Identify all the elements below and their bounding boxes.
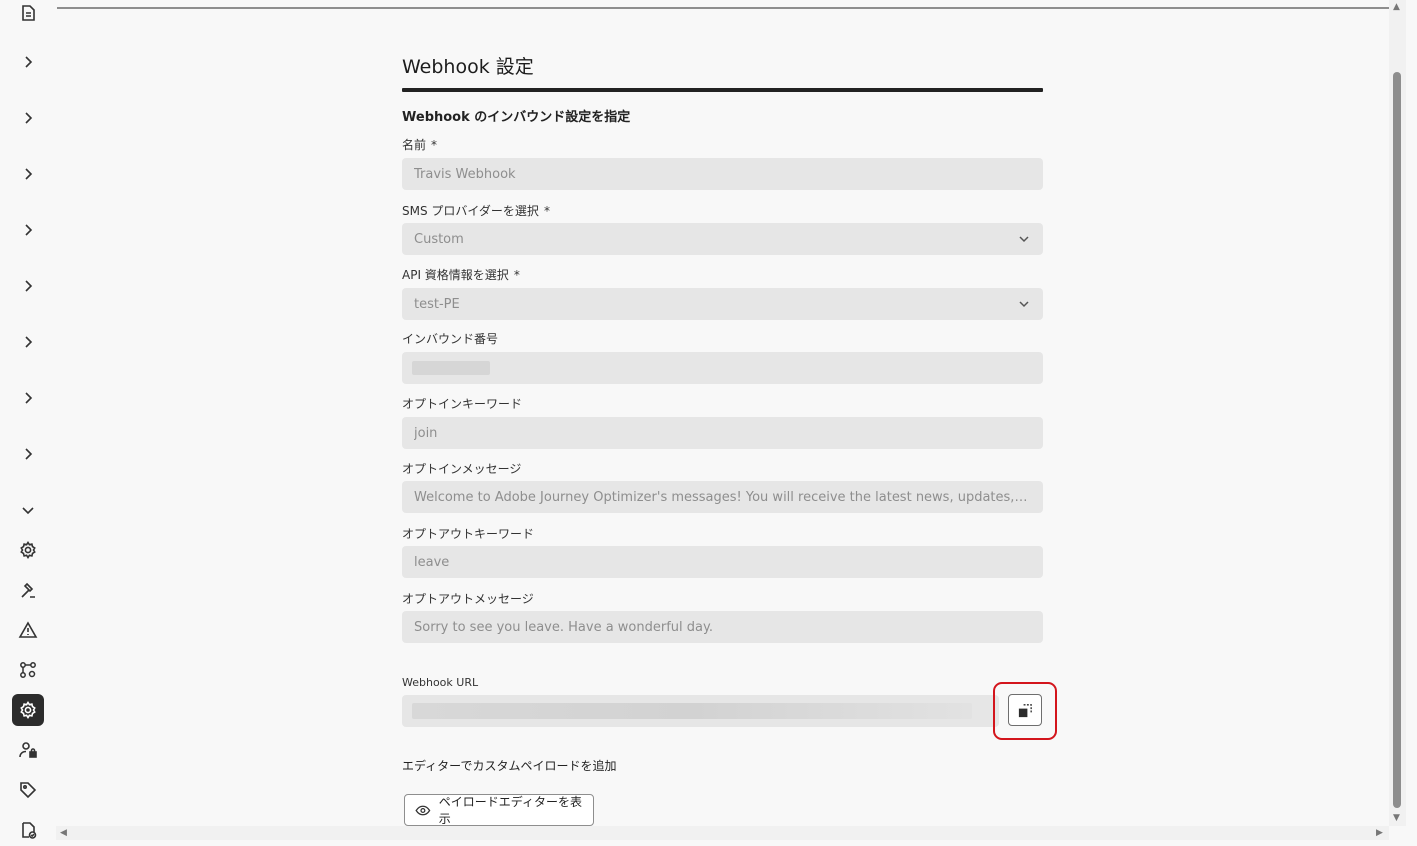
optin-message-value: Welcome to Adobe Journey Optimizer's mes… [414,489,1031,505]
optin-keyword-field[interactable]: join [402,417,1043,449]
name-field-value: Travis Webhook [414,166,516,182]
left-rail [0,0,56,842]
optin-keyword-value: join [414,425,438,441]
vertical-scrollbar[interactable]: ▲ ▼ [1389,0,1406,826]
chevron-down-icon[interactable] [1017,232,1031,246]
copy-url-button[interactable] [1008,694,1042,726]
sms-provider-select[interactable]: Custom [402,223,1043,255]
gear-icon[interactable] [12,694,44,726]
chevron-right-icon[interactable] [12,270,44,302]
sms-provider-label: SMS プロバイダーを選択 * [402,202,550,219]
show-payload-editor-button[interactable]: ペイロードエディターを表示 [404,794,594,826]
scroll-up-arrow-icon[interactable]: ▲ [1393,2,1400,12]
tag-icon[interactable] [12,774,44,806]
user-lock-icon[interactable] [12,734,44,766]
scroll-down-arrow-icon[interactable]: ▼ [1393,813,1400,823]
chevron-right-icon[interactable] [12,382,44,414]
copy-icon [1018,703,1032,717]
workflow-settings-icon[interactable] [12,654,44,686]
optout-keyword-field[interactable]: leave [402,546,1043,578]
optout-message-value: Sorry to see you leave. Have a wonderful… [414,619,713,635]
redacted-value [412,703,972,719]
eye-icon [415,805,431,815]
chevron-right-icon[interactable] [12,102,44,134]
required-mark: * [431,138,438,152]
chevron-right-icon[interactable] [12,158,44,190]
chevron-right-icon[interactable] [12,438,44,470]
required-mark: * [543,204,550,218]
chevron-down-icon[interactable] [1017,297,1031,311]
inbound-number-label: インバウンド番号 [402,332,499,346]
hammer-icon[interactable] [12,574,44,606]
page-title: Webhook 設定 [402,56,534,78]
optin-keyword-label: オプトインキーワード [402,397,523,411]
api-credentials-select[interactable]: test-PE [402,288,1043,320]
document-icon[interactable] [12,0,44,29]
payload-label: エディターでカスタムペイロードを追加 [402,759,617,773]
sms-provider-value: Custom [414,231,464,247]
optout-message-label: オプトアウトメッセージ [402,592,534,606]
webhook-url-field[interactable] [402,695,999,727]
section-subheading: Webhook のインバウンド設定を指定 [402,110,631,125]
gear-icon[interactable] [12,534,44,566]
top-divider [57,7,1389,9]
name-label-text: 名前 [402,138,427,152]
vertical-scrollbar-thumb[interactable] [1393,72,1401,808]
api-credentials-value: test-PE [414,296,460,312]
name-field[interactable]: Travis Webhook [402,158,1043,190]
scroll-left-arrow-icon[interactable]: ◀ [60,828,67,838]
optin-message-field[interactable]: Welcome to Adobe Journey Optimizer's mes… [402,481,1043,513]
alert-icon[interactable] [12,614,44,646]
redacted-value [412,361,490,375]
name-label: 名前 * [402,136,437,153]
webhook-url-label: Webhook URL [402,676,479,689]
optout-keyword-value: leave [414,554,450,570]
horizontal-scrollbar[interactable]: ◀ ▶ [56,826,1389,840]
optin-message-label: オプトインメッセージ [402,462,522,476]
chevron-right-icon[interactable] [12,46,44,78]
optout-message-field[interactable]: Sorry to see you leave. Have a wonderful… [402,611,1043,643]
chevron-right-icon[interactable] [12,214,44,246]
optout-keyword-label: オプトアウトキーワード [402,527,535,541]
show-payload-editor-label: ペイロードエディターを表示 [438,795,582,826]
chevron-down-icon[interactable] [12,494,44,526]
title-underline [402,88,1043,92]
sms-provider-label-text: SMS プロバイダーを選択 [402,204,539,218]
scroll-right-arrow-icon[interactable]: ▶ [1376,828,1383,838]
api-credentials-label-text: API 資格情報を選択 [402,268,509,282]
required-mark: * [513,268,520,282]
inbound-number-field[interactable] [402,352,1043,384]
document-check-icon[interactable] [12,814,44,846]
api-credentials-label: API 資格情報を選択 * [402,266,520,283]
chevron-right-icon[interactable] [12,326,44,358]
